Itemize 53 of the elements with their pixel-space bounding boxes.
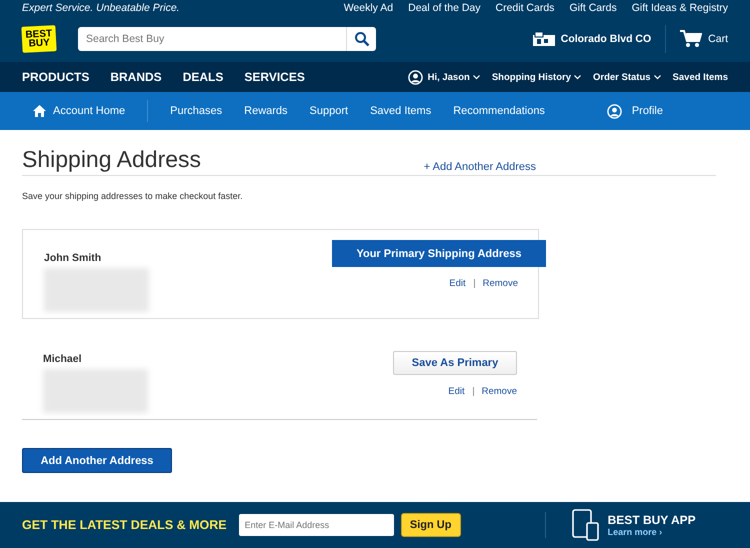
save-as-primary-button[interactable]: Save As Primary <box>393 351 517 375</box>
store-icon <box>532 32 555 46</box>
cart-icon[interactable] <box>680 30 702 48</box>
nav-item[interactable]: PRODUCTS <box>22 70 90 84</box>
tagline: Expert Service. Unbeatable Price. <box>22 2 180 14</box>
top-link[interactable]: Deal of the Day <box>408 2 480 14</box>
chevron-icon <box>574 74 581 80</box>
sign-up-button[interactable]: Sign Up <box>400 513 461 537</box>
email-field[interactable]: Enter E-Mail Address <box>238 514 394 536</box>
account-home-tab[interactable]: Account Home <box>53 105 126 117</box>
user-icon <box>408 70 423 84</box>
top-link[interactable]: Credit Cards <box>496 2 554 14</box>
address-action-link[interactable]: Remove <box>482 386 517 397</box>
devices-icon <box>572 509 600 541</box>
profile-tab[interactable]: Profile <box>632 105 663 117</box>
contact-name: John Smith <box>44 252 102 264</box>
top-link[interactable]: Weekly Ad <box>344 2 394 14</box>
account-tab[interactable]: Rewards <box>244 105 288 117</box>
promo-text: GET THE LATEST DEALS & MORE <box>22 518 227 532</box>
cart-link[interactable]: Cart <box>708 33 728 45</box>
account-menu[interactable]: Hi, Jason <box>428 72 480 82</box>
account-nav-link[interactable]: Order Status <box>593 72 661 82</box>
account-tab[interactable]: Recommendations <box>453 105 545 117</box>
profile-icon <box>606 104 622 118</box>
top-link[interactable]: Gift Cards <box>569 2 617 14</box>
nav-item[interactable]: SERVICES <box>244 70 305 84</box>
nav-item[interactable]: DEALS <box>182 70 224 84</box>
top-link[interactable]: Gift Ideas & Registry <box>632 2 728 14</box>
intro-text: Save your shipping addresses to make checkout faster. <box>22 191 244 201</box>
search-field[interactable]: Search Best Buy <box>78 27 346 51</box>
learn-more-link[interactable]: Learn more › <box>608 527 696 537</box>
account-tab[interactable]: Saved Items <box>370 105 432 117</box>
account-tab[interactable]: Support <box>310 105 348 117</box>
nav-item[interactable]: BRANDS <box>110 70 162 84</box>
address-action-link[interactable]: Edit <box>449 278 466 289</box>
address-action-link[interactable]: Remove <box>482 278 518 289</box>
page-title: Shipping Address <box>22 146 202 173</box>
account-nav-link[interactable]: Saved Items <box>672 72 728 82</box>
search-button[interactable] <box>346 27 376 51</box>
chevron-icon <box>654 74 661 80</box>
contact-name: Michael <box>43 353 83 365</box>
add-address-button[interactable]: Add Another Address <box>22 448 172 473</box>
home-icon <box>33 105 46 117</box>
chevron-icon <box>472 74 480 80</box>
store-name[interactable]: Colorado Blvd CO <box>560 33 652 45</box>
add-address-link[interactable]: + Add Another Address <box>424 161 536 173</box>
search-icon <box>354 31 370 47</box>
logo[interactable]: BEST BUY <box>21 25 57 53</box>
primary-ribbon: Your Primary Shipping Address <box>332 240 546 267</box>
account-tab[interactable]: Purchases <box>170 105 222 117</box>
address-action-link[interactable]: Edit <box>448 386 465 397</box>
app-title: BEST BUY APP <box>608 513 696 527</box>
account-nav-link[interactable]: Shopping History <box>492 72 581 82</box>
